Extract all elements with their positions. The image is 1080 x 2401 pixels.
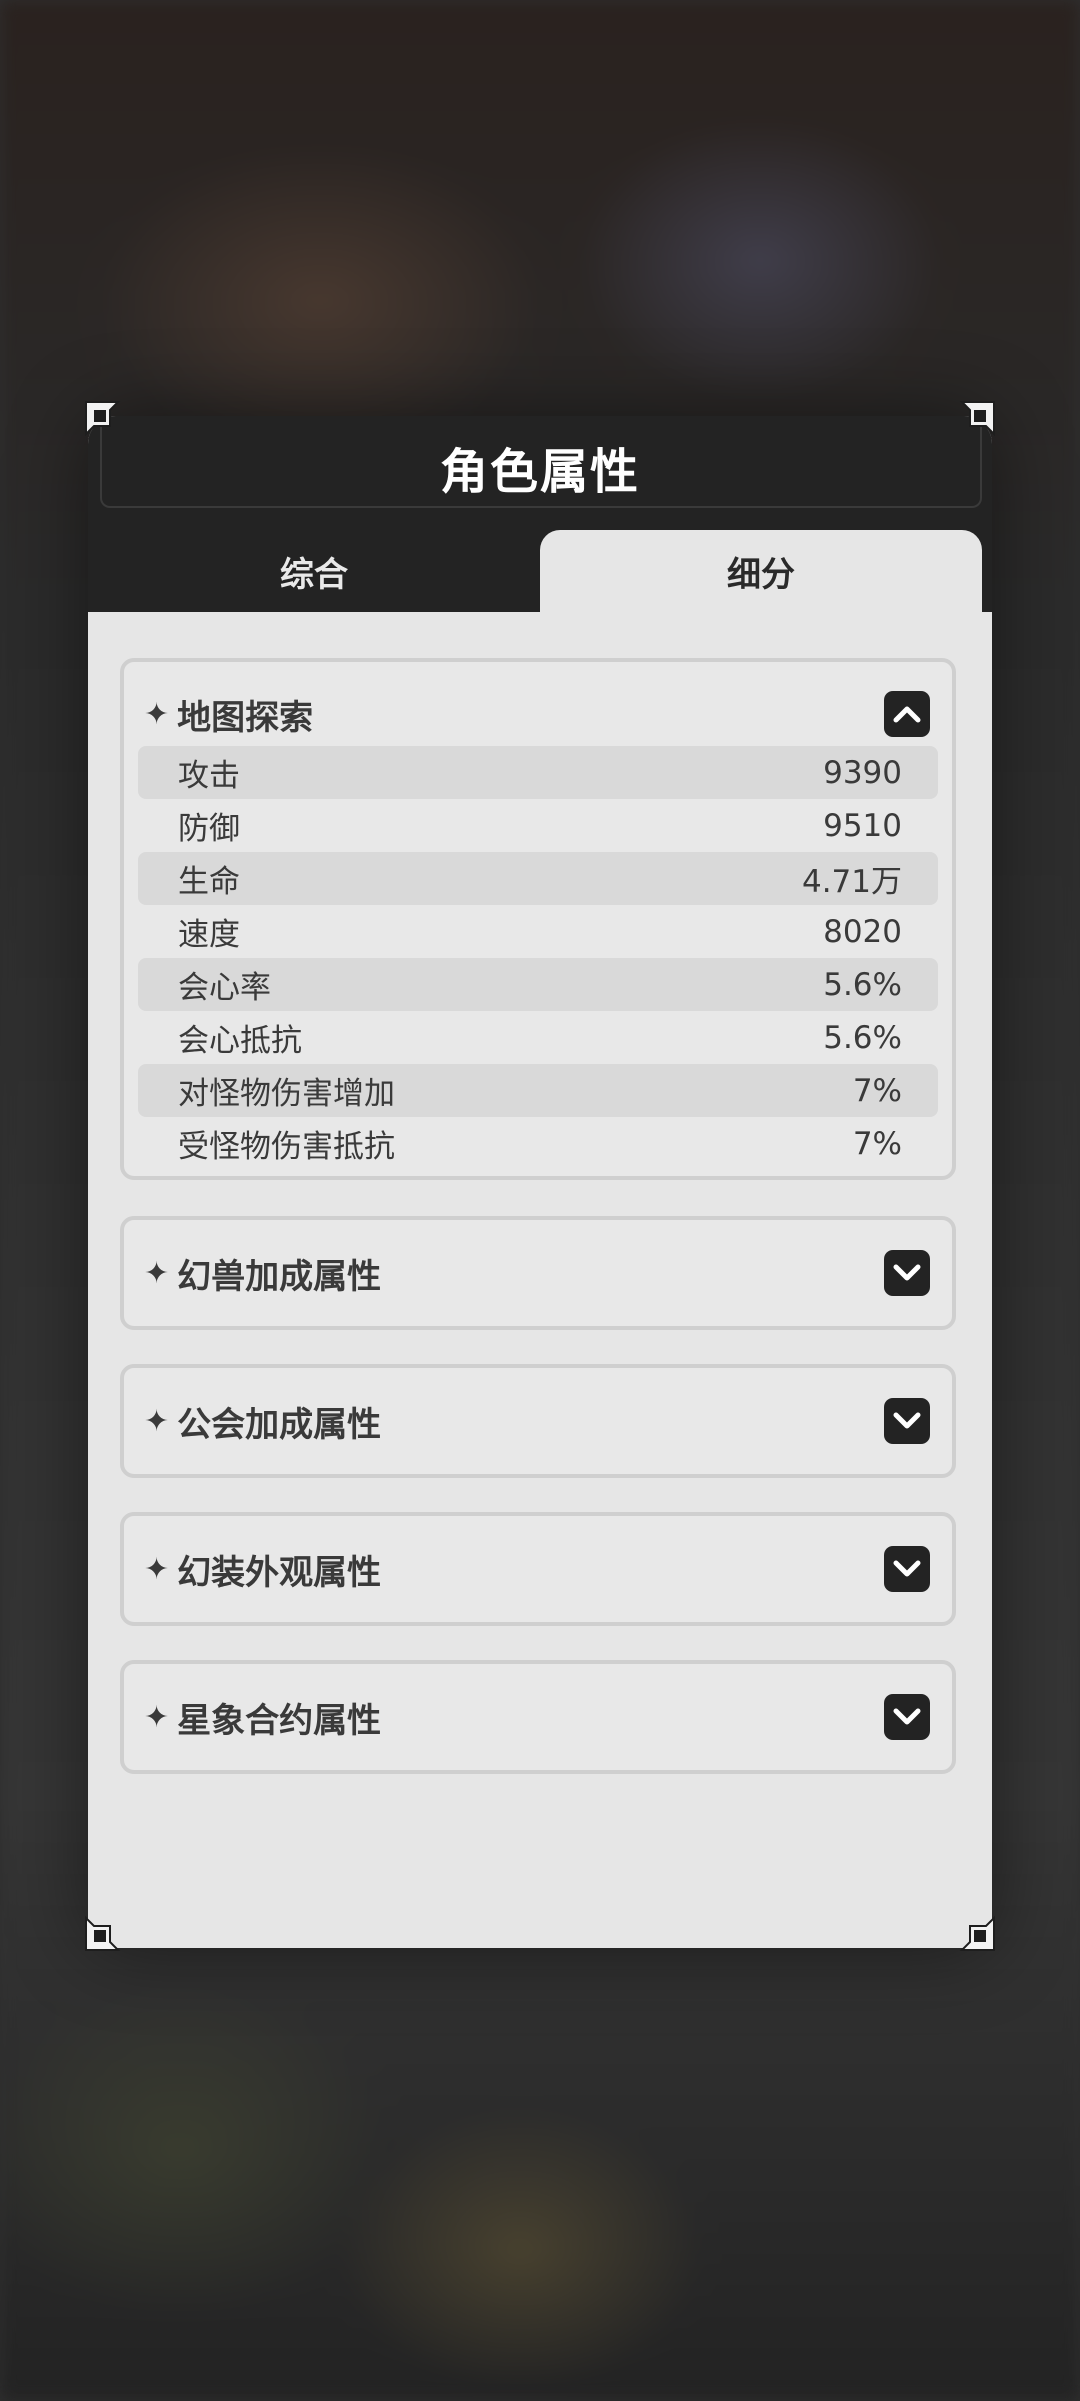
section-map-explore: ✦ 地图探索 攻击 9390 防御 9510 生命 4.71万 速度 8020: [120, 658, 956, 1180]
corner-ornament-icon: [85, 401, 121, 437]
section-constellation-contract[interactable]: ✦ 星象合约属性: [120, 1660, 956, 1774]
corner-ornament-icon: [959, 401, 995, 437]
attribute-row: 攻击 9390: [138, 746, 938, 799]
attribute-value: 9390: [823, 754, 902, 791]
attribute-label: 生命: [178, 864, 240, 900]
sparkle-icon: ✦: [144, 696, 170, 732]
section-header[interactable]: ✦ 幻兽加成属性: [144, 1220, 930, 1326]
attribute-label: 防御: [178, 811, 240, 847]
attribute-value: 4.71万: [801, 864, 902, 900]
sparkle-icon: ✦: [144, 1255, 170, 1291]
attribute-label: 会心率: [178, 970, 271, 1006]
attribute-row: 速度 8020: [138, 905, 938, 958]
attribute-row: 会心率 5.6%: [138, 958, 938, 1011]
attribute-row: 生命 4.71万: [138, 852, 938, 905]
tab-overview[interactable]: 综合: [88, 530, 540, 612]
attribute-row: 防御 9510: [138, 799, 938, 852]
chevron-up-icon[interactable]: [884, 691, 930, 737]
section-guild-bonus[interactable]: ✦ 公会加成属性: [120, 1364, 956, 1478]
attribute-row: 受怪物伤害抵抗 7%: [138, 1117, 938, 1170]
attribute-panel: 角色属性 综合 细分 ✦ 地图探索 攻击 9390 防御 9510 生命 4.7…: [88, 416, 992, 1948]
chevron-down-icon[interactable]: [884, 1398, 930, 1444]
attribute-row: 会心抵抗 5.6%: [138, 1011, 938, 1064]
chevron-down-icon[interactable]: [884, 1694, 930, 1740]
attribute-label: 攻击: [178, 758, 240, 794]
section-header[interactable]: ✦ 星象合约属性: [144, 1664, 930, 1770]
tab-detail[interactable]: 细分: [540, 530, 982, 612]
panel-header: 角色属性 综合 细分: [88, 416, 992, 612]
section-beast-bonus[interactable]: ✦ 幻兽加成属性: [120, 1216, 956, 1330]
attribute-value: 5.6%: [823, 966, 902, 1003]
attribute-value: 7%: [852, 1072, 902, 1109]
section-header[interactable]: ✦ 公会加成属性: [144, 1368, 930, 1474]
attribute-value: 9510: [823, 807, 902, 844]
sparkle-icon: ✦: [144, 1403, 170, 1439]
attribute-list: 攻击 9390 防御 9510 生命 4.71万 速度 8020 会心率 5.6…: [138, 746, 938, 1170]
sparkle-icon: ✦: [144, 1699, 170, 1735]
attribute-label: 受怪物伤害抵抗: [178, 1129, 395, 1165]
attribute-value: 7%: [852, 1125, 902, 1162]
section-title: 幻装外观属性: [177, 1552, 382, 1593]
panel-title: 角色属性: [439, 444, 640, 500]
chevron-down-icon[interactable]: [884, 1250, 930, 1296]
section-title: 地图探索: [177, 697, 314, 738]
chevron-down-icon[interactable]: [884, 1546, 930, 1592]
attribute-value: 8020: [823, 913, 902, 950]
attribute-value: 5.6%: [823, 1019, 902, 1056]
attribute-label: 会心抵抗: [178, 1023, 302, 1059]
section-title: 公会加成属性: [177, 1404, 382, 1445]
attribute-label: 速度: [178, 917, 240, 953]
section-title: 幻兽加成属性: [177, 1256, 382, 1297]
corner-ornament-icon: [959, 1915, 995, 1951]
attribute-row: 对怪物伤害增加 7%: [138, 1064, 938, 1117]
sparkle-icon: ✦: [144, 1551, 170, 1587]
section-title: 星象合约属性: [177, 1700, 382, 1741]
section-header[interactable]: ✦ 幻装外观属性: [144, 1516, 930, 1622]
section-costume-appearance[interactable]: ✦ 幻装外观属性: [120, 1512, 956, 1626]
attribute-label: 对怪物伤害增加: [178, 1076, 395, 1112]
corner-ornament-icon: [85, 1915, 121, 1951]
